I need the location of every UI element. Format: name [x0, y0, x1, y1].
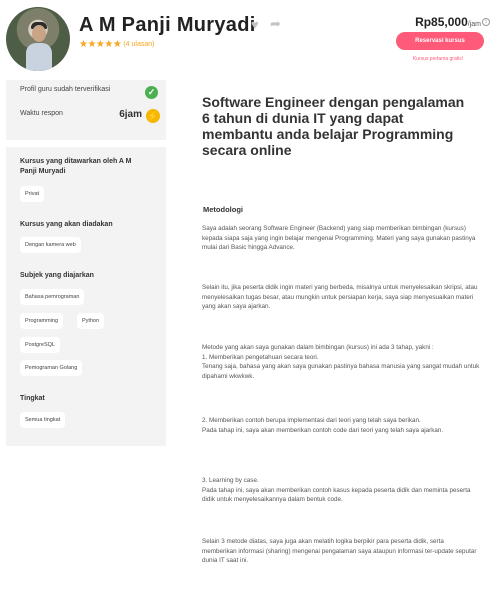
- avatar-body: [26, 43, 52, 71]
- reserve-course-button[interactable]: Reservasi kursus: [396, 32, 484, 50]
- share-icon[interactable]: ➦: [270, 16, 281, 32]
- verified-label: Profil guru sudah terverifikasi: [20, 86, 111, 93]
- description-paragraph: Saya adalah seorang Software Engineer (B…: [202, 225, 476, 251]
- avatar-head: [32, 25, 46, 42]
- review-count-link[interactable]: (4 ulasan): [123, 41, 154, 48]
- response-label: Waktu respon: [20, 110, 63, 117]
- subject-chip[interactable]: PostgreSQL: [20, 337, 60, 353]
- price-unit: /jam: [467, 21, 481, 28]
- held-title: Kursus yang akan diadakan: [20, 221, 113, 228]
- price-box: Rp85,000/jam i: [380, 13, 490, 31]
- offered-chip: Privat: [20, 186, 45, 202]
- price-value: Rp85,000: [415, 15, 468, 29]
- description-paragraph: 2. Memberikan contoh berupa implementasi…: [202, 417, 444, 434]
- subject-chip[interactable]: Python: [77, 313, 105, 329]
- description-paragraph: Selain itu, jika peserta didik ingin mat…: [202, 284, 478, 310]
- page-title: Software Engineer dengan pengalaman 6 ta…: [202, 94, 465, 158]
- check-icon: ✓: [145, 86, 158, 99]
- first-lesson-free-note: Kursus pertama gratis!: [412, 56, 464, 62]
- rating: ★★★★★ (4 ulasan): [79, 39, 154, 50]
- offered-title: Kursus yang ditawarkan oleh A M Panji Mu…: [20, 158, 132, 175]
- info-icon[interactable]: i: [482, 17, 490, 26]
- description-paragraph: Selain 3 metode diatas, saya juga akan m…: [202, 538, 477, 564]
- held-chip: Dengan kamera web: [20, 237, 81, 253]
- level-title: Tingkat: [20, 395, 45, 402]
- avatar[interactable]: [6, 7, 70, 71]
- tutor-name: A M Panji Muryadi: [79, 14, 256, 36]
- heart-icon[interactable]: ♥: [251, 17, 259, 32]
- level-chip: Semua tingkat: [20, 412, 66, 428]
- response-value: 6jam: [119, 109, 142, 120]
- description-paragraph: 3. Learning by case. Pada tahap ini, say…: [202, 477, 471, 503]
- response-row: Waktu respon 6jam ⚡: [20, 109, 160, 124]
- course-description: Software Engineer dengan pengalaman 6 ta…: [178, 80, 490, 606]
- course-info-panel: Kursus yang ditawarkan oleh A M Panji Mu…: [6, 147, 166, 446]
- methodology-heading: Metodologi: [203, 205, 243, 214]
- profile-header: A M Panji Muryadi ♥ ➦ ★★★★★ (4 ulasan) R…: [0, 0, 497, 80]
- subjects-title: Subjek yang diajarkan: [20, 272, 94, 279]
- subject-chip[interactable]: Pemograman Golang: [20, 360, 83, 376]
- subject-chip[interactable]: Bahasa pemrograman: [20, 289, 85, 305]
- description-paragraph: Metode yang akan saya gunakan dalam bimb…: [202, 344, 480, 380]
- profile-status-panel: Profil guru sudah terverifikasi ✓ Waktu …: [6, 80, 166, 140]
- star-rating-icon: ★★★★★: [79, 39, 122, 50]
- lightning-icon: ⚡: [146, 109, 160, 123]
- subject-chip[interactable]: Programming: [20, 313, 64, 329]
- verified-row: Profil guru sudah terverifikasi ✓: [20, 86, 160, 100]
